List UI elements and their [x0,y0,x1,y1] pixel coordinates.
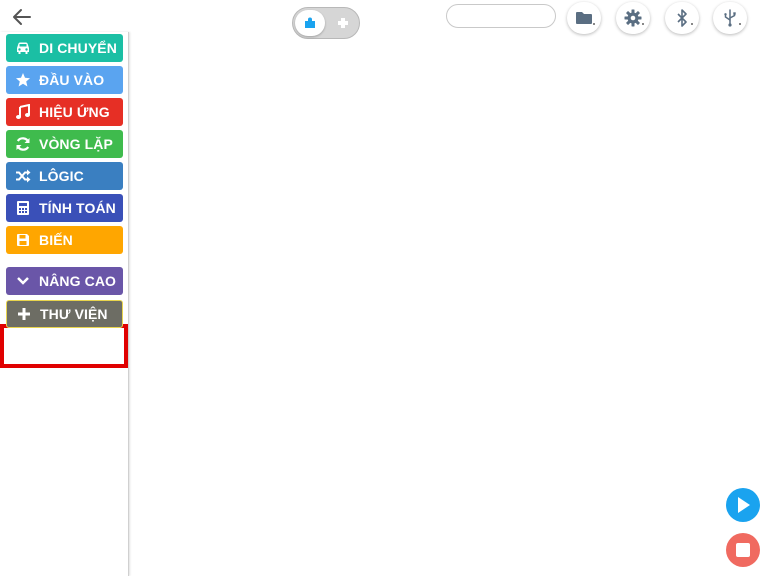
chevron-down-icon [14,272,32,290]
stop-icon [736,543,750,557]
usb-button[interactable] [713,2,747,34]
plus-icon [15,305,33,323]
car-icon [14,39,32,57]
category-label: BIẾN [39,232,73,248]
shuffle-icon [14,167,32,185]
star-icon [14,71,32,89]
settings-button[interactable] [616,2,650,34]
arrow-left-icon [13,9,31,25]
blocks-mode-toggle[interactable] [292,7,360,39]
run-button[interactable] [726,488,760,522]
back-button[interactable] [10,6,34,28]
category-label: THƯ VIỆN [40,306,108,322]
category-di-chuyen[interactable]: DI CHUYỂN [6,34,123,62]
category-hieu-ung[interactable]: HIỆU ỨNG [6,98,123,126]
category-thu-vien[interactable]: THƯ VIỆN [6,300,123,328]
category-dau-vao[interactable]: ĐẦU VÀO [6,66,123,94]
category-label: LÔGIC [39,168,84,184]
usb-icon [724,9,736,27]
category-tinh-toan[interactable]: TÍNH TOÁN [6,194,123,222]
stop-button[interactable] [726,533,760,567]
folder-button[interactable] [567,2,601,34]
bluetooth-button[interactable] [665,2,699,34]
category-label: DI CHUYỂN [39,40,117,56]
category-bien[interactable]: BIẾN [6,226,123,254]
gear-icon [624,9,642,27]
folder-icon [576,12,592,24]
puzzle-block-icon [305,17,315,28]
category-logic[interactable]: LÔGIC [6,162,123,190]
music-note-icon [14,103,32,121]
category-nang-cao[interactable]: NÂNG CAO [6,267,123,295]
toggle-knob [295,10,325,36]
category-vong-lap[interactable]: VÒNG LẶP [6,130,123,158]
category-label: NÂNG CAO [39,273,117,289]
refresh-icon [14,135,32,153]
bluetooth-icon [677,9,687,27]
calculator-icon [14,199,32,217]
category-label: TÍNH TOÁN [39,200,116,216]
project-name-input[interactable] [446,4,556,28]
floppy-icon [14,231,32,249]
toolbox-sidebar: DI CHUYỂN ĐẦU VÀO HIỆU ỨNG VÒNG LẶP LÔGI… [0,32,129,576]
play-icon [738,497,750,513]
category-label: ĐẦU VÀO [39,72,105,88]
library-highlight-box [0,324,128,368]
plus-block-icon [335,15,351,31]
category-label: HIỆU ỨNG [39,104,110,120]
category-label: VÒNG LẶP [39,136,113,152]
